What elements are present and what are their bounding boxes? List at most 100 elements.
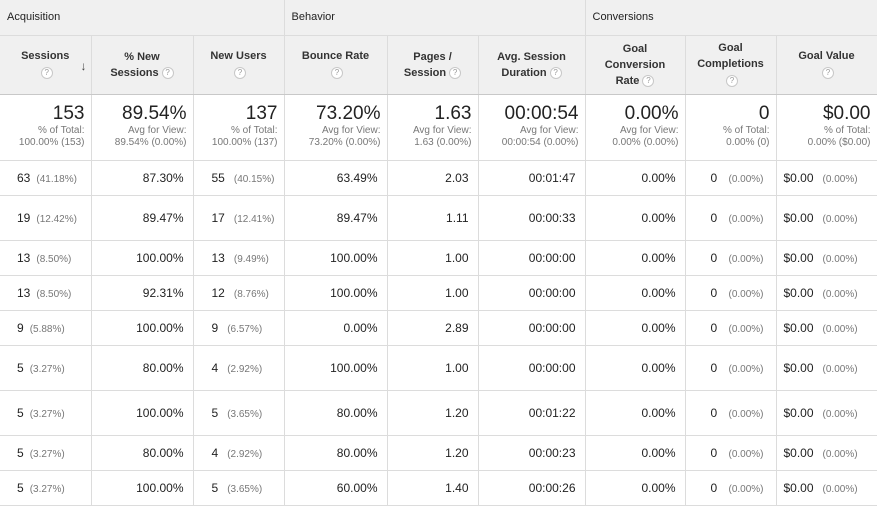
total-new-sessions: 89.54% Avg for View: 89.54% (0.00%) <box>91 94 194 161</box>
total-bounce-rate: 73.20% Avg for View: 73.20% (0.00%) <box>284 94 388 161</box>
total-goal-completions: 0% of Total: 0.00% (0) <box>685 94 777 161</box>
cell-bounce-rate: 100.00% <box>284 345 388 391</box>
group-conversions: Conversions <box>585 0 877 36</box>
cell-goal-conversion-rate: 0.00% <box>585 275 686 311</box>
table-row[interactable]: 5 (3.27%) 100.00% 5 (3.65%) 60.00% 1.40 00:00:2… <box>0 470 877 506</box>
total-goal-value: $0.00% of Total: 0.00% ($0.00) <box>776 94 877 161</box>
help-icon[interactable]: ? <box>40 67 53 80</box>
col-goal-completions[interactable]: Goal Completions ? <box>685 35 777 95</box>
table-row[interactable]: 5 (3.27%) 100.00% 5 (3.65%) 80.00% 1.20 00:01:2… <box>0 390 877 436</box>
cell-new-sessions: 100.00% <box>91 470 194 506</box>
column-header-row: Sessions ? ↓ % New Sessions? New Users ?… <box>0 35 877 95</box>
cell-bounce-rate: 63.49% <box>284 160 388 196</box>
cell-new-users: 13 (9.49%) <box>193 240 285 276</box>
help-icon[interactable]: ? <box>449 66 462 79</box>
col-new-sessions[interactable]: % New Sessions? <box>91 35 194 95</box>
table-row[interactable]: 19 (12.42%) 89.47% 17 (12.41%) 89.47% 1.11 00:0… <box>0 195 877 241</box>
help-icon[interactable]: ? <box>642 74 655 87</box>
col-goal-conversion-rate[interactable]: Goal Conversion Rate? <box>585 35 686 95</box>
cell-sessions: 13 (8.50%) <box>0 240 92 276</box>
cell-avg-duration: 00:00:00 <box>478 275 586 311</box>
help-icon[interactable]: ? <box>549 66 562 79</box>
cell-avg-duration: 00:00:00 <box>478 310 586 346</box>
cell-avg-duration: 00:00:23 <box>478 435 586 471</box>
total-new-users: 137% of Total: 100.00% (137) <box>193 94 285 161</box>
cell-goal-value: $0.00 (0.00%) <box>776 345 877 391</box>
cell-new-users: 5 (3.65%) <box>193 470 285 506</box>
total-goal-conversion-rate: 0.00% Avg for View: 0.00% (0.00%) <box>585 94 686 161</box>
cell-pages-session: 2.03 <box>387 160 479 196</box>
report-table: Acquisition Behavior Conversions Session… <box>0 0 877 506</box>
cell-goal-value: $0.00 (0.00%) <box>776 470 877 506</box>
table-row[interactable]: 13 (8.50%) 92.31% 12 (8.76%) 100.00% 1.00 00:00… <box>0 275 877 311</box>
cell-avg-duration: 00:00:00 <box>478 345 586 391</box>
table-row[interactable]: 9 (5.88%) 100.00% 9 (6.57%) 0.00% 2.89 00:00:00… <box>0 310 877 346</box>
cell-new-sessions: 100.00% <box>91 310 194 346</box>
help-icon[interactable]: ? <box>331 67 343 80</box>
group-acquisition: Acquisition <box>0 0 285 36</box>
cell-pages-session: 1.20 <box>387 435 479 471</box>
table-row[interactable]: 63 (41.18%) 87.30% 55 (40.15%) 63.49% 2.03 00:0… <box>0 160 877 196</box>
cell-new-sessions: 87.30% <box>91 160 194 196</box>
cell-pages-session: 1.11 <box>387 195 479 241</box>
cell-avg-duration: 00:00:33 <box>478 195 586 241</box>
cell-goal-value: $0.00 (0.00%) <box>776 195 877 241</box>
cell-bounce-rate: 89.47% <box>284 195 388 241</box>
table-row[interactable]: 5 (3.27%) 80.00% 4 (2.92%) 80.00% 1.20 00:00:23… <box>0 435 877 471</box>
cell-pages-session: 1.20 <box>387 390 479 436</box>
cell-bounce-rate: 100.00% <box>284 275 388 311</box>
cell-sessions: 5 (3.27%) <box>0 345 92 391</box>
cell-goal-conversion-rate: 0.00% <box>585 390 686 436</box>
help-icon[interactable]: ? <box>161 66 174 79</box>
cell-new-users: 9 (6.57%) <box>193 310 285 346</box>
cell-new-users: 12 (8.76%) <box>193 275 285 311</box>
cell-avg-duration: 00:00:26 <box>478 470 586 506</box>
col-sessions[interactable]: Sessions ? ↓ <box>0 35 92 95</box>
cell-sessions: 5 (3.27%) <box>0 470 92 506</box>
cell-pages-session: 1.00 <box>387 240 479 276</box>
cell-goal-completions: 0 (0.00%) <box>685 310 777 346</box>
col-new-users[interactable]: New Users ? <box>193 35 285 95</box>
cell-avg-duration: 00:01:22 <box>478 390 586 436</box>
cell-new-users: 4 (2.92%) <box>193 345 285 391</box>
cell-sessions: 63 (41.18%) <box>0 160 92 196</box>
cell-goal-conversion-rate: 0.00% <box>585 435 686 471</box>
cell-bounce-rate: 80.00% <box>284 435 388 471</box>
cell-goal-value: $0.00 (0.00%) <box>776 390 877 436</box>
cell-goal-completions: 0 (0.00%) <box>685 390 777 436</box>
cell-bounce-rate: 80.00% <box>284 390 388 436</box>
cell-bounce-rate: 100.00% <box>284 240 388 276</box>
sort-arrow-icon[interactable]: ↓ <box>81 58 87 74</box>
cell-goal-conversion-rate: 0.00% <box>585 160 686 196</box>
table-row[interactable]: 13 (8.50%) 100.00% 13 (9.49%) 100.00% 1.00 00:0… <box>0 240 877 276</box>
cell-goal-conversion-rate: 0.00% <box>585 195 686 241</box>
cell-new-sessions: 92.31% <box>91 275 194 311</box>
table-row[interactable]: 5 (3.27%) 80.00% 4 (2.92%) 100.00% 1.00 00:00:0… <box>0 345 877 391</box>
cell-goal-value: $0.00 (0.00%) <box>776 310 877 346</box>
cell-goal-completions: 0 (0.00%) <box>685 275 777 311</box>
help-icon[interactable]: ? <box>726 75 738 88</box>
cell-goal-conversion-rate: 0.00% <box>585 310 686 346</box>
cell-pages-session: 1.00 <box>387 275 479 311</box>
total-sessions: 153% of Total: 100.00% (153) <box>0 94 92 161</box>
cell-goal-conversion-rate: 0.00% <box>585 240 686 276</box>
col-avg-duration[interactable]: Avg. Session Duration? <box>478 35 586 95</box>
col-bounce-rate[interactable]: Bounce Rate ? <box>284 35 388 95</box>
cell-goal-completions: 0 (0.00%) <box>685 435 777 471</box>
cell-sessions: 19 (12.42%) <box>0 195 92 241</box>
col-pages-session[interactable]: Pages / Session? <box>387 35 479 95</box>
cell-sessions: 9 (5.88%) <box>0 310 92 346</box>
cell-bounce-rate: 0.00% <box>284 310 388 346</box>
cell-avg-duration: 00:01:47 <box>478 160 586 196</box>
cell-new-users: 5 (3.65%) <box>193 390 285 436</box>
help-icon[interactable]: ? <box>822 67 834 80</box>
cell-goal-conversion-rate: 0.00% <box>585 345 686 391</box>
totals-row: 153% of Total: 100.00% (153) 89.54% Avg fo… <box>0 94 877 161</box>
cell-new-sessions: 80.00% <box>91 345 194 391</box>
cell-goal-value: $0.00 (0.00%) <box>776 160 877 196</box>
total-avg-duration: 00:00:54 Avg for View: 00:00:54 (0.00%) <box>478 94 586 161</box>
help-icon[interactable]: ? <box>234 67 246 80</box>
cell-sessions: 13 (8.50%) <box>0 275 92 311</box>
cell-goal-value: $0.00 (0.00%) <box>776 240 877 276</box>
col-goal-value[interactable]: Goal Value ? <box>776 35 877 95</box>
